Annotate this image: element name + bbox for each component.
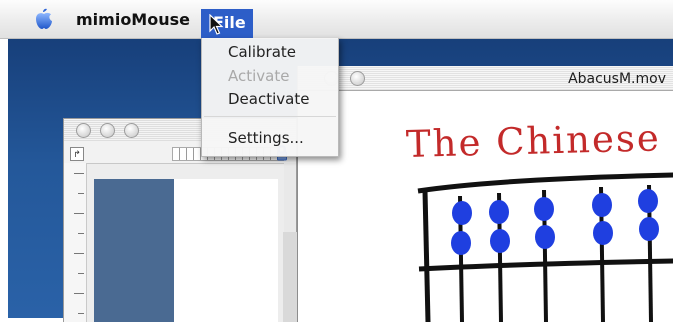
document-page[interactable] xyxy=(174,179,278,322)
movie-minimize-button[interactable] xyxy=(350,71,365,86)
abacus-bead xyxy=(535,225,555,249)
menu-item-calibrate[interactable]: Calibrate xyxy=(228,43,296,61)
close-button[interactable] xyxy=(76,123,91,138)
video-caption-text: The Chinese A xyxy=(405,115,673,166)
menu-item-deactivate[interactable]: Deactivate xyxy=(228,90,309,108)
ruler-toggle-icon[interactable]: ↱ xyxy=(70,147,84,161)
abacus-frame-left xyxy=(422,190,431,322)
pointer-cursor-icon xyxy=(209,13,225,36)
abacus-bead xyxy=(489,200,509,224)
abacus-bead xyxy=(452,201,472,225)
abacus-bead xyxy=(592,193,612,217)
app-name[interactable]: mimioMouse xyxy=(76,10,190,29)
abacus-bead xyxy=(593,221,613,245)
window-gap xyxy=(283,232,297,322)
abacus-bead xyxy=(534,197,554,221)
abacus-bead xyxy=(451,231,471,255)
document-sidebar-panel xyxy=(94,179,174,322)
movie-titlebar[interactable]: AbacusM.mov xyxy=(298,66,673,91)
abacus-bead xyxy=(638,189,658,213)
menu-bar: mimioMouse File xyxy=(0,0,673,39)
left-gutter xyxy=(0,0,8,322)
abacus-bead xyxy=(490,229,510,253)
abacus-top-bar xyxy=(417,172,673,194)
menu-item-activate: Activate xyxy=(228,67,290,85)
movie-title: AbacusM.mov xyxy=(568,71,666,87)
apple-icon[interactable] xyxy=(33,7,55,31)
menu-separator xyxy=(204,116,336,117)
abacus-beads xyxy=(451,189,659,255)
vertical-ruler xyxy=(64,163,87,322)
screen: mimioMouse File Calibrate Activate Deact… xyxy=(0,0,673,322)
file-dropdown-menu: Calibrate Activate Deactivate Settings..… xyxy=(201,38,339,157)
minimize-button[interactable] xyxy=(100,123,115,138)
abacus-bead xyxy=(639,217,659,241)
menu-item-settings[interactable]: Settings... xyxy=(228,129,304,147)
movie-window: AbacusM.mov The Chinese xyxy=(297,66,673,322)
zoom-button[interactable] xyxy=(124,123,139,138)
movie-frame[interactable]: The Chinese A xyxy=(298,91,673,322)
